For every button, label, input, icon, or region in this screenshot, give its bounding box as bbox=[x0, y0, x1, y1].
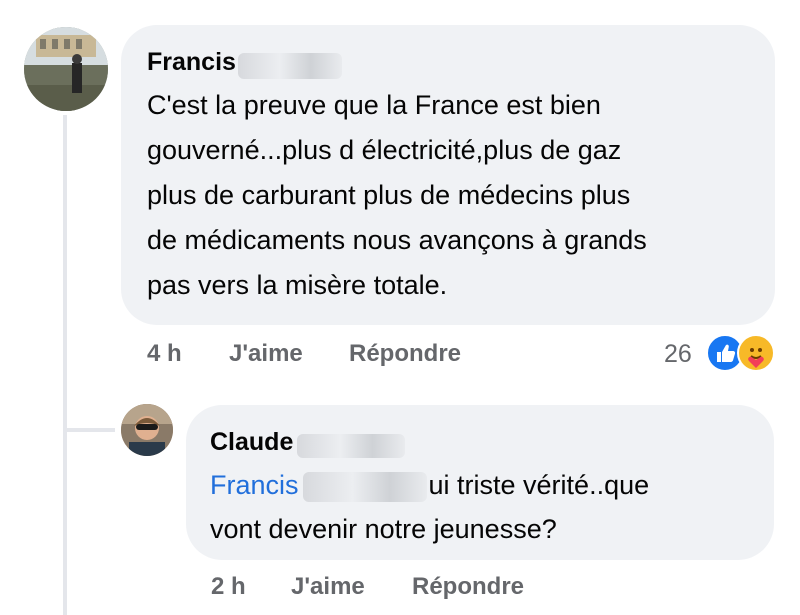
comment-line: pas vers la misère totale. bbox=[147, 270, 448, 300]
comment-bubble: Francis C'est la preuve que la France es… bbox=[121, 25, 775, 325]
redacted-name bbox=[297, 433, 406, 458]
reply-button[interactable]: Répondre bbox=[412, 573, 524, 601]
avatar-photo bbox=[24, 27, 108, 111]
reply-text: Francis ui triste vérité..que vont deveni… bbox=[210, 463, 750, 551]
comment-line: gouverné...plus d électricité,plus de ga… bbox=[147, 135, 622, 165]
thread-line bbox=[63, 115, 67, 615]
care-icon[interactable] bbox=[737, 334, 775, 372]
reply-line: vont devenir notre jeunesse? bbox=[210, 514, 557, 544]
comment-timestamp[interactable]: 4 h bbox=[147, 340, 182, 368]
reply-bubble: Claude Francis ui triste vérité..que vont… bbox=[186, 405, 774, 560]
comment-line: plus de carburant plus de médecins plus bbox=[147, 180, 631, 210]
redacted-name bbox=[302, 471, 427, 502]
reply-line: Francis ui triste vérité..que bbox=[210, 463, 750, 507]
mention-link[interactable]: Francis bbox=[210, 470, 299, 500]
comment-author[interactable]: Francis bbox=[147, 45, 236, 79]
avatar[interactable] bbox=[24, 27, 108, 111]
reply-timestamp[interactable]: 2 h bbox=[211, 573, 246, 601]
reaction-count[interactable]: 26 bbox=[664, 340, 692, 369]
reply-line-text: ui triste vérité..que bbox=[428, 470, 650, 500]
comment-text: C'est la preuve que la France est bien g… bbox=[147, 83, 749, 308]
avatar[interactable] bbox=[121, 404, 173, 456]
avatar-photo bbox=[121, 404, 173, 456]
like-button[interactable]: J'aime bbox=[291, 573, 365, 601]
reply-author[interactable]: Claude bbox=[210, 425, 293, 459]
reply-button[interactable]: Répondre bbox=[349, 340, 461, 368]
comment-line: de médicaments nous avançons à grands bbox=[147, 225, 647, 255]
comment-line: C'est la preuve que la France est bien bbox=[147, 90, 601, 120]
redacted-name bbox=[237, 52, 342, 79]
like-button[interactable]: J'aime bbox=[229, 340, 303, 368]
reply-connector-line bbox=[63, 428, 115, 432]
